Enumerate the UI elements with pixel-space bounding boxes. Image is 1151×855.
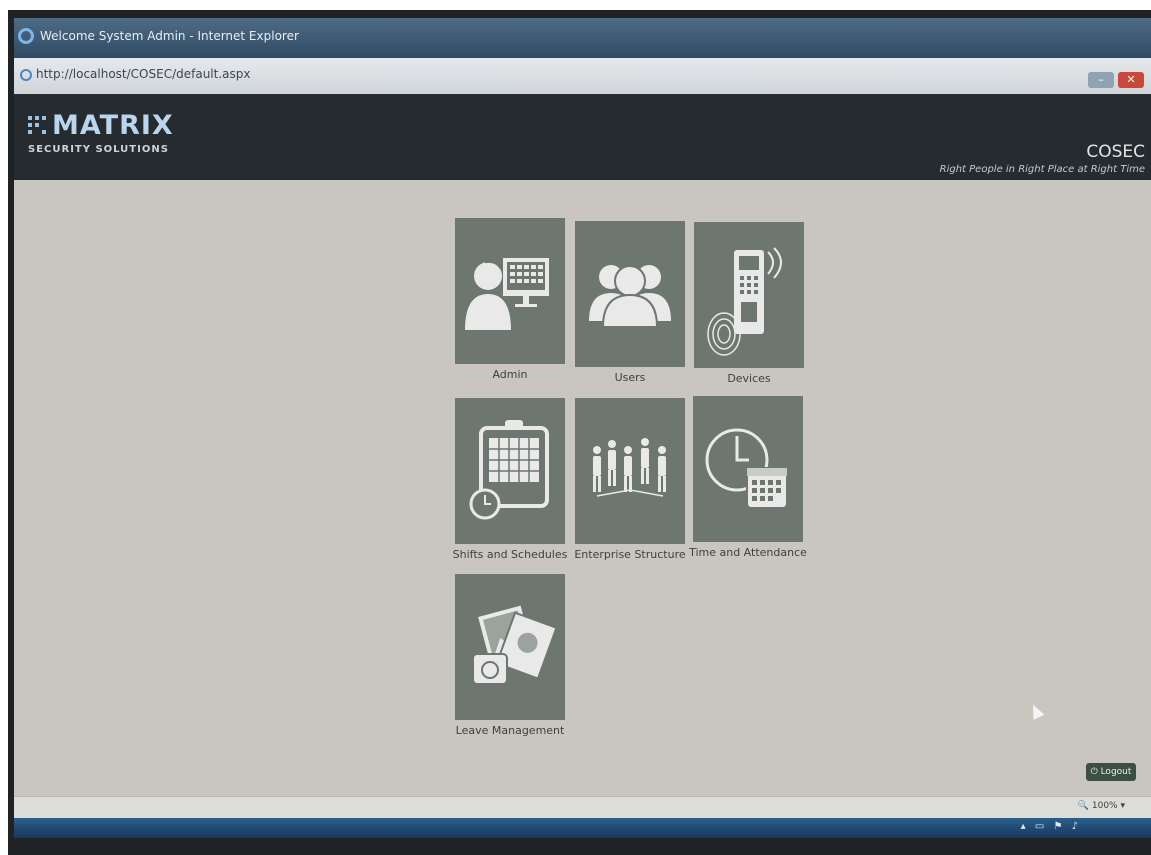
product-tagline: Right People in Right Place at Right Tim… bbox=[939, 164, 1145, 175]
window-title: Welcome System Admin - Internet Explorer bbox=[40, 29, 299, 43]
app-header: MATRIX SECURITY SOLUTIONS COSEC Right Pe… bbox=[14, 94, 1151, 180]
module-label: Leave Management bbox=[455, 724, 565, 737]
module-tile-users[interactable]: Users bbox=[575, 221, 685, 384]
users-icon bbox=[575, 221, 685, 367]
address-bar[interactable]: http://localhost/COSEC/default.aspx bbox=[14, 58, 1151, 94]
clock-calendar-icon bbox=[693, 396, 803, 542]
close-button[interactable]: ✕ bbox=[1118, 72, 1144, 88]
module-tile-admin[interactable]: Admin bbox=[455, 218, 565, 381]
logo-name: MATRIX bbox=[52, 110, 174, 141]
taskbar: ▴ ▭ ⚑ ♪ bbox=[14, 818, 1151, 838]
minimize-button[interactable]: – bbox=[1088, 72, 1114, 88]
leave-photos-icon bbox=[455, 574, 565, 720]
org-people-icon bbox=[575, 398, 685, 544]
module-tile-enterprise-structure[interactable]: Enterprise Structure bbox=[574, 398, 686, 561]
page-icon bbox=[20, 69, 32, 81]
power-icon: ⏻ bbox=[1090, 767, 1098, 777]
matrix-logo-icon bbox=[28, 116, 46, 134]
module-label: Devices bbox=[727, 372, 771, 385]
browser-screen: Welcome System Admin - Internet Explorer… bbox=[14, 18, 1151, 838]
zoom-level[interactable]: 🔍 100% ▾ bbox=[1078, 801, 1125, 811]
logout-button[interactable]: ⏻ Logout bbox=[1086, 763, 1136, 781]
monitor-frame: Welcome System Admin - Internet Explorer… bbox=[8, 10, 1151, 855]
system-tray-icons[interactable]: ▴ ▭ ⚑ ♪ bbox=[1021, 821, 1081, 832]
admin-icon bbox=[455, 218, 565, 364]
title-bar: Welcome System Admin - Internet Explorer bbox=[14, 18, 1151, 58]
address-url[interactable]: http://localhost/COSEC/default.aspx bbox=[36, 67, 250, 81]
zoom-value: 100% bbox=[1091, 801, 1118, 811]
module-tile-shifts-and-schedules[interactable]: Shifts and Schedules bbox=[453, 398, 567, 561]
devices-icon bbox=[694, 222, 804, 368]
module-tile-devices[interactable]: Devices bbox=[694, 222, 804, 385]
internet-explorer-icon bbox=[18, 28, 34, 44]
calendar-clock-icon bbox=[455, 398, 565, 544]
logout-label: Logout bbox=[1100, 767, 1132, 777]
status-bar: 🔍 100% ▾ bbox=[14, 796, 1151, 819]
mouse-cursor-icon bbox=[1027, 702, 1045, 720]
product-name: COSEC bbox=[1086, 142, 1145, 162]
module-tile-leave-management[interactable]: Leave Management bbox=[455, 574, 565, 737]
module-label: Time and Attendance bbox=[689, 546, 807, 559]
logo-tagline: SECURITY SOLUTIONS bbox=[28, 144, 169, 155]
module-tile-time-and-attendance[interactable]: Time and Attendance bbox=[689, 396, 807, 559]
